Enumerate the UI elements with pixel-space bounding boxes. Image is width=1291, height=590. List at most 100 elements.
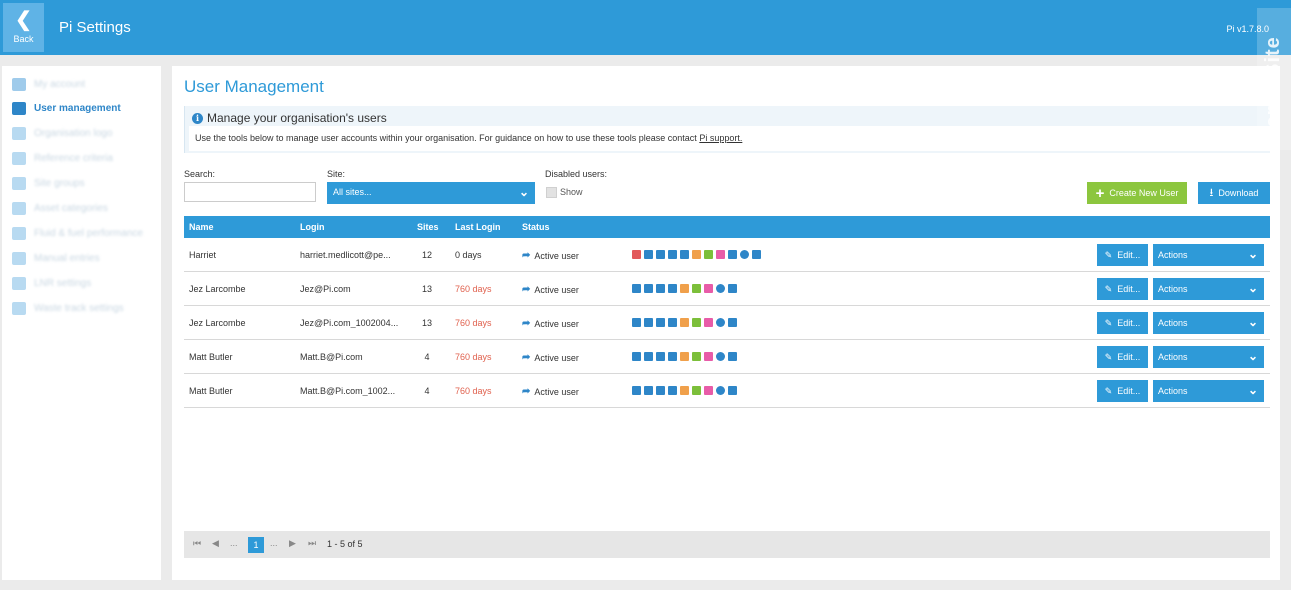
category-icon xyxy=(12,201,26,215)
first-page-icon[interactable]: ⏮ xyxy=(193,538,201,549)
sidebar-item-user-management[interactable]: User management xyxy=(12,99,121,117)
info-body: Use the tools below to manage user accou… xyxy=(189,126,1270,151)
column-header-name[interactable]: Name xyxy=(189,222,214,232)
sidebar-item-lnr-settings[interactable]: LNR settings xyxy=(12,274,91,292)
create-new-user-label: Create New User xyxy=(1109,188,1179,198)
edit-button[interactable]: ✎ Edit... xyxy=(1097,244,1148,266)
cell-login: Matt.B@Pi.com xyxy=(300,352,363,362)
group-icon xyxy=(12,176,26,190)
module-icon xyxy=(752,250,761,259)
top-bar: ❮ Back Pi Settings Pi v1.7.8.0 xyxy=(0,0,1291,55)
site-select[interactable]: All sites... ⌄ xyxy=(327,182,535,204)
cell-status: ➦ Active user xyxy=(522,386,579,397)
pi-support-link[interactable]: Pi support. xyxy=(699,133,742,143)
module-icon xyxy=(692,284,701,293)
pagination: ⏮ ◀ ... 1 ... ▶ ⏭ 1 - 5 of 5 xyxy=(184,531,1270,558)
fuel-icon xyxy=(12,226,26,240)
status-text: Active user xyxy=(534,386,579,397)
last-page-icon[interactable]: ⏭ xyxy=(308,538,316,549)
next-page-icon[interactable]: ▶ xyxy=(289,538,296,549)
actions-dropdown[interactable]: Actions ⌄ xyxy=(1153,244,1264,266)
module-icon xyxy=(656,386,665,395)
cell-last-login: 760 days xyxy=(455,352,492,362)
module-icon xyxy=(692,386,701,395)
sidebar-item-label: Reference criteria xyxy=(34,152,113,164)
cell-login: harriet.medlicott@pe... xyxy=(300,250,391,260)
download-button[interactable]: ⭳ Download xyxy=(1198,182,1270,204)
module-icon xyxy=(656,352,665,361)
actions-dropdown[interactable]: Actions ⌄ xyxy=(1153,278,1264,300)
chevron-down-icon: ⌄ xyxy=(1247,349,1258,363)
pager-ellipsis[interactable]: ... xyxy=(270,538,278,548)
cell-sites: 4 xyxy=(424,386,430,396)
module-icon xyxy=(644,318,653,327)
sidebar-item-label: User management xyxy=(34,102,121,114)
chevron-down-icon: ⌄ xyxy=(518,185,529,199)
edit-button[interactable]: ✎ Edit... xyxy=(1097,312,1148,334)
actions-dropdown[interactable]: Actions ⌄ xyxy=(1153,312,1264,334)
module-icon xyxy=(668,352,677,361)
column-header-last-login[interactable]: Last Login xyxy=(455,222,501,232)
site-label: Site: xyxy=(327,169,346,179)
sidebar-item-asset-categories[interactable]: Asset categories xyxy=(12,199,108,217)
sidebar: My account User management Organisation … xyxy=(2,66,161,580)
cell-sites: 4 xyxy=(424,352,430,362)
status-text: Active user xyxy=(534,352,579,363)
cell-name: Matt Butler xyxy=(189,386,233,396)
module-icon xyxy=(668,284,677,293)
actions-label: Actions xyxy=(1158,318,1188,328)
current-page[interactable]: 1 xyxy=(248,537,264,553)
edit-label: Edit... xyxy=(1117,352,1141,362)
cell-last-login: 760 days xyxy=(455,318,492,328)
sidebar-item-fluid-fuel[interactable]: Fluid & fuel performance xyxy=(12,224,143,242)
sidebar-item-waste-track[interactable]: Waste track settings xyxy=(12,299,124,317)
previous-page-icon[interactable]: ◀ xyxy=(212,538,219,549)
back-button[interactable]: ❮ Back xyxy=(3,3,44,52)
edit-button[interactable]: ✎ Edit... xyxy=(1097,380,1148,402)
sidebar-item-label: Asset categories xyxy=(34,202,108,214)
show-disabled-checkbox[interactable] xyxy=(546,187,557,198)
cell-sites: 13 xyxy=(421,284,432,294)
sidebar-item-label: Site groups xyxy=(34,177,85,189)
module-icon xyxy=(704,284,713,293)
module-icon xyxy=(728,352,737,361)
module-icon xyxy=(656,250,665,259)
sidebar-item-reference-criteria[interactable]: Reference criteria xyxy=(12,149,113,167)
running-person-icon: ➦ xyxy=(522,386,531,397)
chevron-left-icon: ❮ xyxy=(15,9,32,31)
module-icon xyxy=(728,318,737,327)
actions-label: Actions xyxy=(1158,250,1188,260)
column-header-sites[interactable]: Sites xyxy=(417,222,439,232)
sidebar-item-label: Manual entries xyxy=(34,252,100,264)
table-row: Matt Butler Matt.B@Pi.com 4 760 days ➦ Active… xyxy=(184,340,1270,374)
actions-dropdown[interactable]: Actions ⌄ xyxy=(1153,380,1264,402)
edit-button[interactable]: ✎ Edit... xyxy=(1097,346,1148,368)
search-label: Search: xyxy=(184,169,216,179)
edit-label: Edit... xyxy=(1117,284,1141,294)
edit-button[interactable]: ✎ Edit... xyxy=(1097,278,1148,300)
pager-ellipsis[interactable]: ... xyxy=(230,538,238,548)
module-icon xyxy=(680,250,689,259)
sidebar-item-site-groups[interactable]: Site groups xyxy=(12,174,85,192)
sidebar-item-manual-entries[interactable]: Manual entries xyxy=(12,249,100,267)
waste-icon xyxy=(12,301,26,315)
sidebar-item-label: Organisation logo xyxy=(34,127,113,139)
module-icons xyxy=(632,284,740,293)
running-person-icon: ➦ xyxy=(522,284,531,295)
pager-info: 1 - 5 of 5 xyxy=(327,539,363,549)
actions-dropdown[interactable]: Actions ⌄ xyxy=(1153,346,1264,368)
cell-sites: 13 xyxy=(421,318,432,328)
module-icon xyxy=(668,386,677,395)
module-icon xyxy=(632,250,641,259)
sidebar-item-organisation-logo[interactable]: Organisation logo xyxy=(12,124,112,142)
column-header-login[interactable]: Login xyxy=(300,222,325,232)
module-icon xyxy=(704,318,713,327)
column-header-status[interactable]: Status xyxy=(522,222,550,232)
search-input[interactable] xyxy=(184,182,316,202)
status-text: Active user xyxy=(534,318,579,329)
sidebar-item-my-account[interactable]: My account xyxy=(12,75,85,93)
module-icon xyxy=(680,318,689,327)
module-icon xyxy=(728,386,737,395)
actions-label: Actions xyxy=(1158,386,1188,396)
create-new-user-button[interactable]: + Create New User xyxy=(1087,182,1187,204)
